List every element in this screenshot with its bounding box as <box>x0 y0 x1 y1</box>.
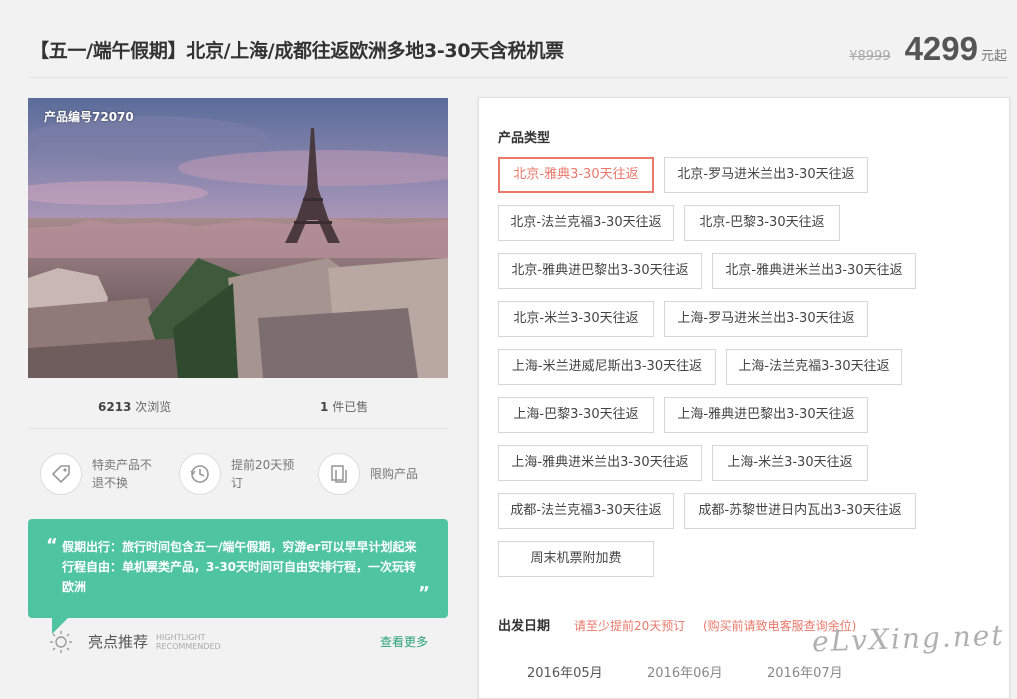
views-count: 6213 <box>98 400 132 414</box>
views-label: 次浏览 <box>135 400 172 414</box>
option-bj-frankfurt[interactable]: 北京-法兰克福3-30天往返 <box>498 205 674 241</box>
close-quote-icon: ” <box>418 583 430 604</box>
product-photo[interactable]: 产品编号72070 <box>28 98 448 378</box>
option-bj-milan[interactable]: 北京-米兰3-30天往返 <box>498 301 654 337</box>
option-bj-rome-milan[interactable]: 北京-罗马进米兰出3-30天往返 <box>664 157 868 193</box>
current-price: 4299 <box>904 30 978 67</box>
views-stat: 6213 次浏览 <box>98 398 171 415</box>
highlights-subtitle: HIGHTLIGHT RECOMMENDED <box>156 633 221 651</box>
option-sh-paris[interactable]: 上海-巴黎3-30天往返 <box>498 397 654 433</box>
option-bj-athens-milan[interactable]: 北京-雅典进米兰出3-30天往返 <box>712 253 916 289</box>
page: 【五一/端午假期】北京/上海/成都往返欧洲多地3-30天含税机票 ¥8999 4… <box>0 0 1017 699</box>
feature-limited: 限购产品 <box>318 453 438 495</box>
price-block: ¥8999 4299 元起 <box>849 30 1007 68</box>
feature-text: 限购产品 <box>370 467 419 481</box>
price-suffix: 元起 <box>980 49 1007 64</box>
history-clock-icon <box>179 453 221 495</box>
month-tab-july[interactable]: 2016年07月 <box>767 662 843 681</box>
highlights-sub-line2: RECOMMENDED <box>156 642 221 651</box>
option-sh-milan[interactable]: 上海-米兰3-30天往返 <box>712 445 868 481</box>
advance-booking-note: 请至少提前20天预订 <box>574 619 686 633</box>
promo-quote-text: 假期出行：旅行时间包含五一/端午假期，穷游er可以早早计划起来 行程自由：单机票… <box>62 540 417 594</box>
view-more-link[interactable]: 查看更多 <box>380 633 428 650</box>
highlights-title: 亮点推荐 <box>88 633 149 651</box>
sun-icon <box>48 629 74 659</box>
product-type-label: 产品类型 <box>498 131 551 146</box>
option-sh-athens-paris[interactable]: 上海-雅典进巴黎出3-30天往返 <box>664 397 868 433</box>
highlights-row: 亮点推荐 HIGHTLIGHT RECOMMENDED 查看更多 <box>28 625 448 655</box>
product-stats: 6213 次浏览 1 件已售 <box>28 390 448 420</box>
copy-pages-icon <box>318 453 360 495</box>
product-id-label: 产品编号72070 <box>44 110 134 124</box>
promo-quote-box: “ 假期出行：旅行时间包含五一/端午假期，穷游er可以早早计划起来 行程自由：单… <box>28 519 448 618</box>
open-quote-icon: “ <box>46 535 58 556</box>
paris-eiffel-tower-image <box>28 98 448 378</box>
booking-panel: 产品类型 北京-雅典3-30天往返 北京-罗马进米兰出3-30天往返 北京-法兰… <box>478 97 1010 699</box>
option-sh-rome-milan[interactable]: 上海-罗马进米兰出3-30天往返 <box>664 301 868 337</box>
sold-stat: 1 件已售 <box>320 398 368 415</box>
feature-no-refund: 特卖产品不退不换 <box>40 453 160 495</box>
highlights-sub-line1: HIGHTLIGHT <box>156 633 206 642</box>
sold-label: 件已售 <box>332 400 369 414</box>
original-price: ¥8999 <box>849 49 891 64</box>
feature-text: 特卖产品不退不换 <box>92 458 153 490</box>
tag-icon <box>40 453 82 495</box>
month-tab-june[interactable]: 2016年06月 <box>647 662 723 681</box>
option-bj-athens[interactable]: 北京-雅典3-30天往返 <box>498 157 654 193</box>
month-tab-may[interactable]: 2016年05月 <box>527 662 603 681</box>
header-divider <box>28 77 1008 78</box>
option-bj-athens-paris[interactable]: 北京-雅典进巴黎出3-30天往返 <box>498 253 702 289</box>
departure-date-label: 出发日期 <box>498 619 551 634</box>
feature-text: 提前20天预订 <box>231 458 295 490</box>
feature-advance-booking: 提前20天预订 <box>179 453 299 495</box>
option-weekend-surcharge[interactable]: 周末机票附加费 <box>498 541 654 577</box>
option-sh-milan-venice[interactable]: 上海-米兰进威尼斯出3-30天往返 <box>498 349 716 385</box>
option-cd-zurich-geneva[interactable]: 成都-苏黎世进日内瓦出3-30天往返 <box>684 493 916 529</box>
page-title: 【五一/端午假期】北京/上海/成都往返欧洲多地3-30天含税机票 <box>30 40 564 62</box>
option-sh-athens-milan[interactable]: 上海-雅典进米兰出3-30天往返 <box>498 445 702 481</box>
option-cd-frankfurt[interactable]: 成都-法兰克福3-30天往返 <box>498 493 674 529</box>
option-sh-frankfurt[interactable]: 上海-法兰克福3-30天往返 <box>726 349 902 385</box>
site-watermark: eLvXing.net <box>811 618 1006 659</box>
stats-divider <box>28 428 448 429</box>
sold-count: 1 <box>320 400 329 414</box>
option-bj-paris[interactable]: 北京-巴黎3-30天往返 <box>684 205 840 241</box>
